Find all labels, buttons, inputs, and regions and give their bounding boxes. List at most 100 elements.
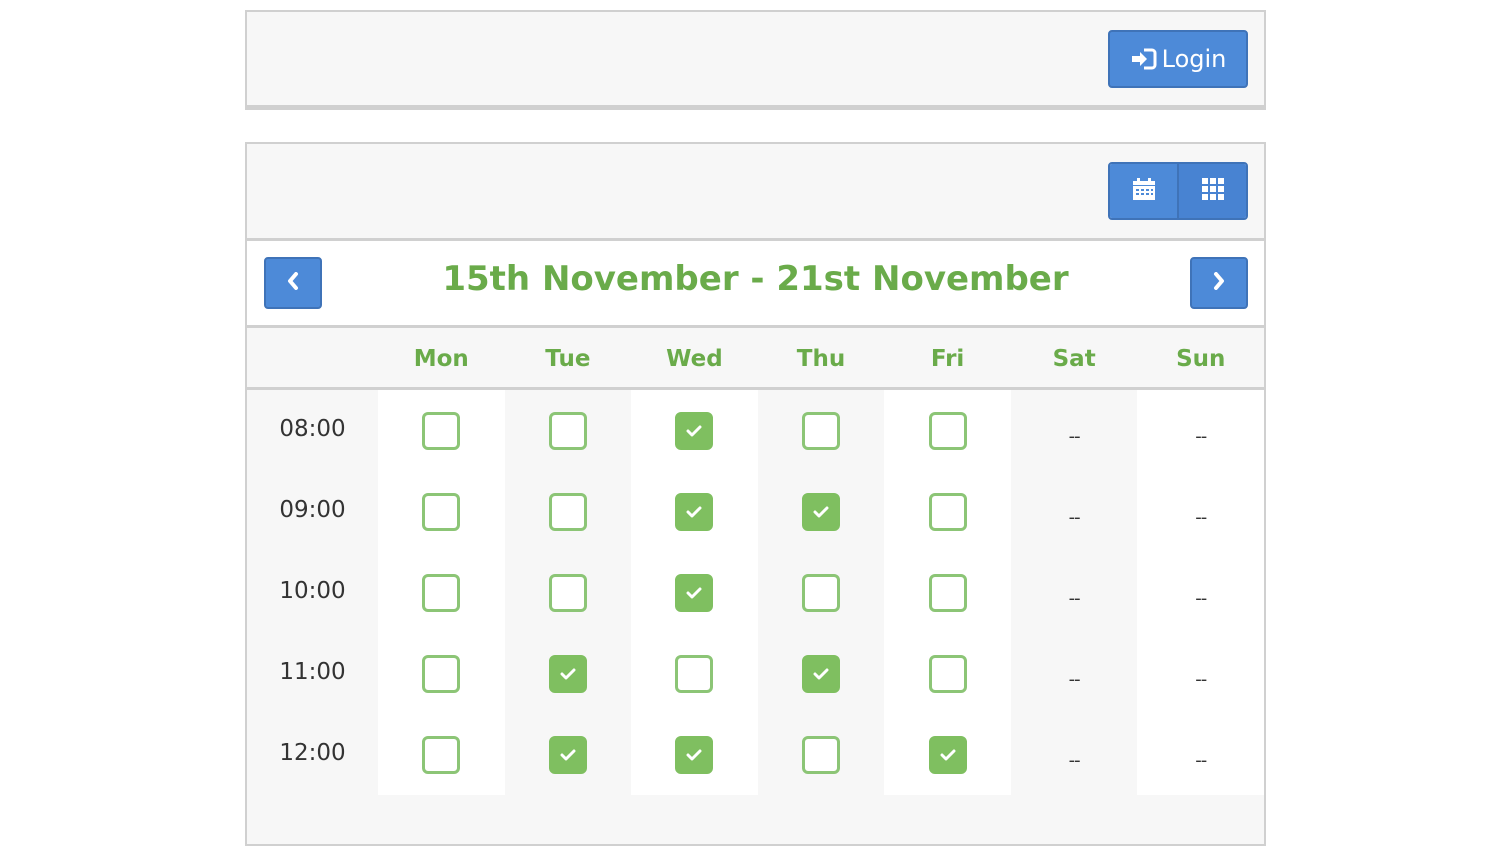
slot-checkbox[interactable] xyxy=(675,736,714,774)
slot-checkbox[interactable] xyxy=(675,574,714,612)
slot-cell: -- xyxy=(1011,633,1138,714)
slot-cell xyxy=(631,714,758,795)
grid-body: 08:00 09:00 10:00 11:00 12:00 -- -- -- -- -- -- -- -… xyxy=(247,390,1265,795)
unavailable-marker: -- xyxy=(1068,669,1081,690)
check-icon xyxy=(813,505,829,519)
slot-cell: -- xyxy=(1137,471,1264,552)
slot-cell xyxy=(884,633,1011,714)
day-header: Fri xyxy=(930,346,965,372)
slot-checkbox[interactable] xyxy=(802,493,840,531)
slot-checkbox[interactable] xyxy=(802,412,840,450)
slot-checkbox[interactable] xyxy=(928,412,967,450)
slot-checkbox[interactable] xyxy=(802,574,840,612)
check-icon xyxy=(560,667,576,681)
slot-checkbox[interactable] xyxy=(548,412,587,450)
login-button[interactable]: Login xyxy=(1108,30,1248,88)
slot-cell xyxy=(378,633,505,714)
slot-cell xyxy=(505,390,632,471)
grid-view-button[interactable] xyxy=(1177,164,1246,218)
availability-grid: Mon Tue Wed Thu Fri Sat Sun 08:00 09:00 10… xyxy=(247,328,1265,795)
slot-cell: -- xyxy=(1137,633,1264,714)
slot-checkbox[interactable] xyxy=(675,493,714,531)
slot-cell xyxy=(631,471,758,552)
day-column-sat: -- -- -- -- -- xyxy=(1010,390,1138,795)
slot-cell xyxy=(758,714,885,795)
time-label: 10:00 xyxy=(279,578,346,604)
slot-checkbox[interactable] xyxy=(548,493,587,531)
slot-checkbox[interactable] xyxy=(928,655,967,693)
slot-checkbox[interactable] xyxy=(422,574,461,612)
slot-cell: -- xyxy=(1011,714,1138,795)
day-header: Sat xyxy=(1052,346,1096,372)
day-column-thu xyxy=(757,390,885,795)
slot-checkbox[interactable] xyxy=(422,736,461,774)
unavailable-marker: -- xyxy=(1068,426,1081,447)
slot-cell xyxy=(378,714,505,795)
time-column-header xyxy=(247,328,378,387)
check-icon xyxy=(686,748,702,762)
slot-cell: -- xyxy=(1011,390,1138,471)
slot-cell xyxy=(884,390,1011,471)
slot-cell xyxy=(505,552,632,633)
day-header: Wed xyxy=(666,346,723,372)
slot-cell xyxy=(378,471,505,552)
unavailable-marker: -- xyxy=(1068,750,1081,771)
calendar-icon xyxy=(1132,177,1156,205)
slot-cell xyxy=(378,552,505,633)
slot-cell xyxy=(758,552,885,633)
view-toggle-group xyxy=(1108,162,1248,220)
slot-cell: -- xyxy=(1137,552,1264,633)
slot-checkbox[interactable] xyxy=(548,736,587,774)
slot-checkbox[interactable] xyxy=(802,736,840,774)
date-navigation: 15th November - 21st November xyxy=(247,241,1264,328)
week-range-title: 15th November - 21st November xyxy=(442,259,1069,299)
slot-cell xyxy=(631,552,758,633)
unavailable-marker: -- xyxy=(1068,507,1081,528)
time-label: 09:00 xyxy=(279,497,346,523)
day-header: Sun xyxy=(1176,346,1226,372)
slot-cell: -- xyxy=(1137,390,1264,471)
slot-cell xyxy=(884,552,1011,633)
day-column-fri xyxy=(884,390,1011,795)
calendar-view-button[interactable] xyxy=(1110,164,1177,218)
slot-checkbox[interactable] xyxy=(928,574,967,612)
chevron-right-icon xyxy=(1212,272,1226,294)
slot-checkbox[interactable] xyxy=(928,736,967,774)
slot-checkbox[interactable] xyxy=(422,412,461,450)
slot-cell xyxy=(884,471,1011,552)
slot-checkbox[interactable] xyxy=(675,412,714,450)
slot-cell xyxy=(758,633,885,714)
day-column-tue xyxy=(504,390,632,795)
next-week-button[interactable] xyxy=(1190,257,1248,309)
day-header: Thu xyxy=(796,346,846,372)
day-column-wed xyxy=(631,390,758,795)
slot-cell xyxy=(505,471,632,552)
top-bar: Login xyxy=(245,10,1266,110)
time-label: 11:00 xyxy=(279,659,346,685)
time-column: 08:00 09:00 10:00 11:00 12:00 xyxy=(247,390,378,795)
day-column-mon xyxy=(377,390,505,795)
time-label: 08:00 xyxy=(279,416,346,442)
calendar-toolbar xyxy=(247,144,1264,241)
unavailable-marker: -- xyxy=(1195,669,1207,690)
unavailable-marker: -- xyxy=(1195,750,1207,771)
slot-checkbox[interactable] xyxy=(928,493,967,531)
check-icon xyxy=(686,505,702,519)
day-column-sun: -- -- -- -- -- xyxy=(1137,390,1265,795)
slot-cell xyxy=(378,390,505,471)
slot-cell xyxy=(505,633,632,714)
slot-cell xyxy=(758,471,885,552)
slot-checkbox[interactable] xyxy=(802,655,840,693)
slot-checkbox[interactable] xyxy=(548,655,587,693)
slot-checkbox[interactable] xyxy=(422,655,461,693)
unavailable-marker: -- xyxy=(1068,588,1081,609)
slot-checkbox[interactable] xyxy=(422,493,461,531)
time-label: 12:00 xyxy=(279,740,346,766)
slot-cell: -- xyxy=(1011,471,1138,552)
slot-checkbox[interactable] xyxy=(675,655,714,693)
check-icon xyxy=(686,424,702,438)
check-icon xyxy=(686,586,702,600)
unavailable-marker: -- xyxy=(1195,507,1207,528)
slot-checkbox[interactable] xyxy=(548,574,587,612)
unavailable-marker: -- xyxy=(1195,426,1207,447)
